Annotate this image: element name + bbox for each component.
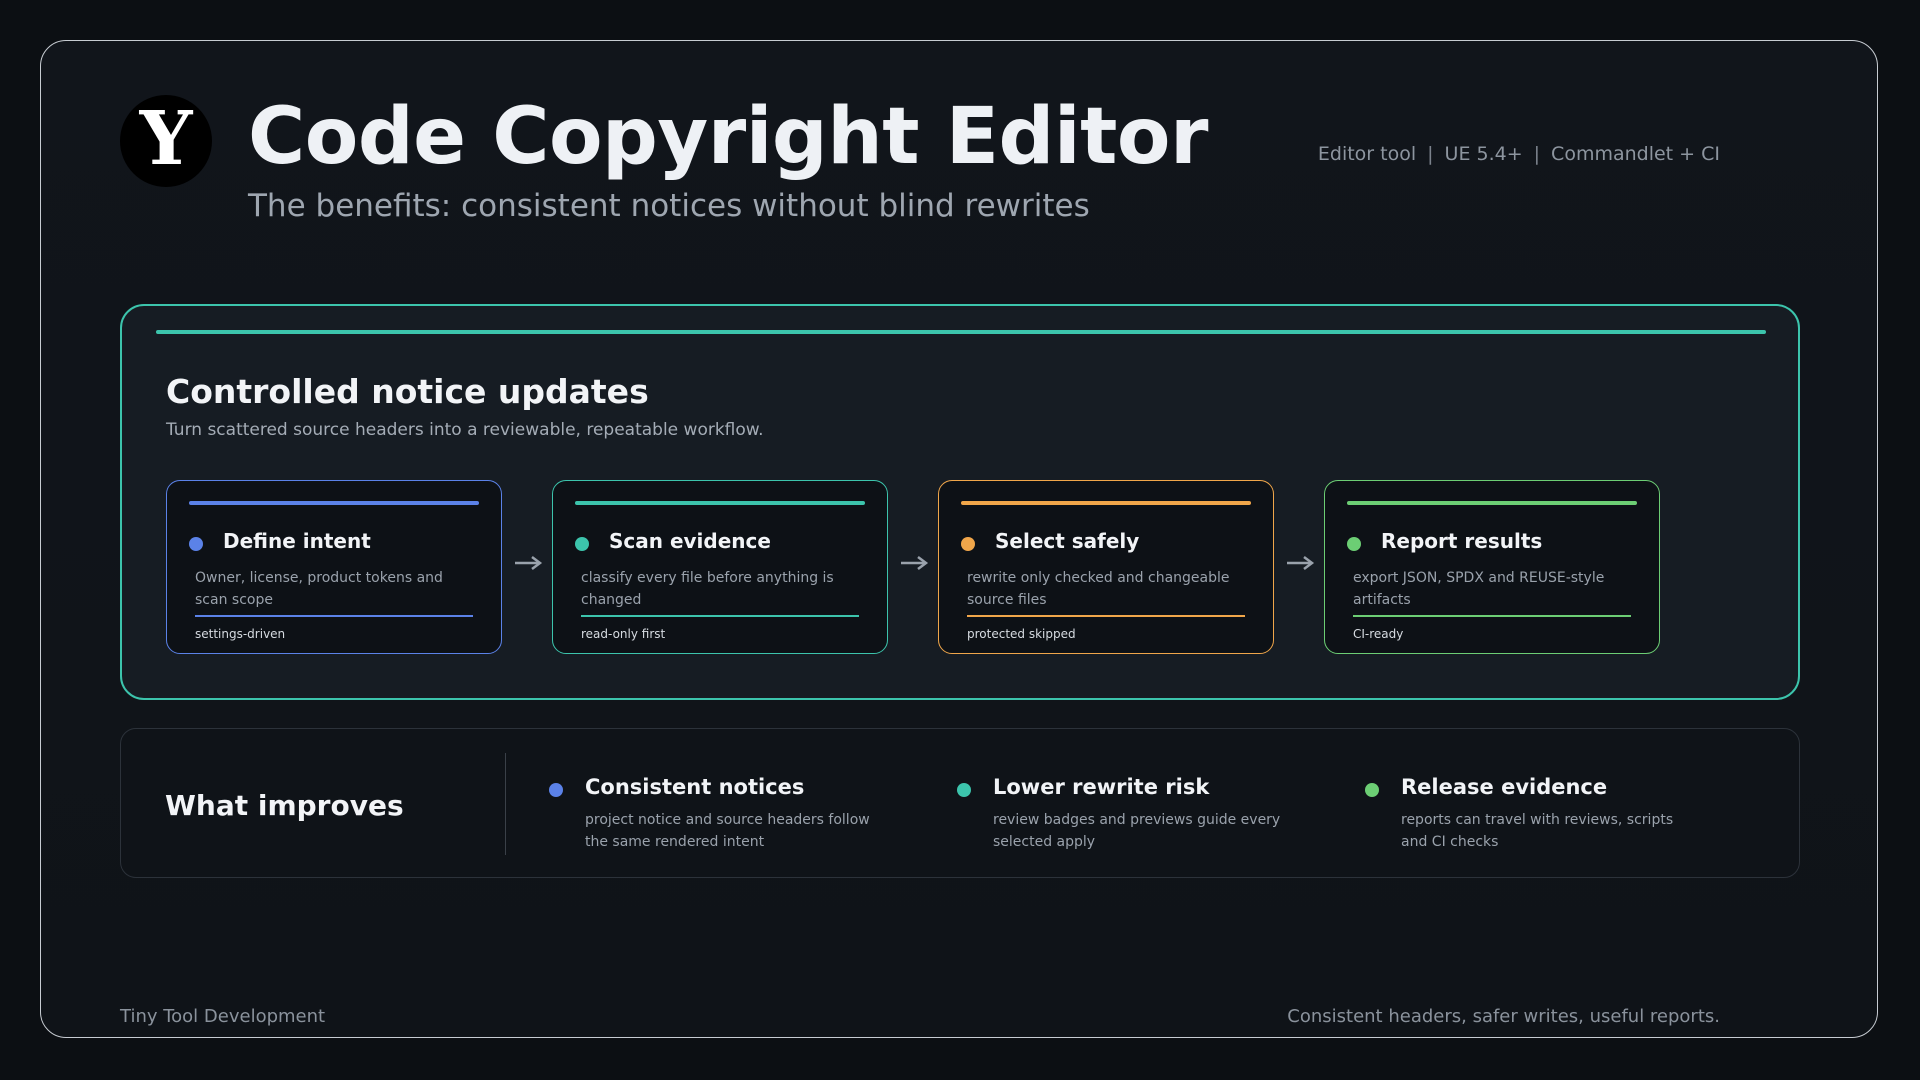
workflow-panel: Controlled notice updates Turn scattered… (120, 304, 1800, 700)
arrow-right-icon (515, 556, 543, 570)
step-description: classify every file before anything is c… (581, 570, 834, 608)
step-card-define-intent: Define intent Owner, license, product to… (166, 480, 502, 654)
improvement-dot-icon (549, 783, 563, 797)
improvements-title: What improves (165, 789, 404, 822)
improvement-description: project notice and source headers follow… (585, 812, 870, 850)
step-tag: settings-driven (195, 627, 286, 641)
logo: Y (120, 95, 212, 187)
meta-tool-type: Editor tool (1317, 143, 1417, 165)
workflow-description: Turn scattered source headers into a rev… (166, 420, 764, 440)
meta-separator: | (1533, 143, 1541, 165)
step-tag: protected skipped (967, 627, 1076, 641)
step-card-report-results: Report results export JSON, SPDX and REU… (1324, 480, 1660, 654)
step-divider (195, 615, 473, 617)
step-title: Report results (1381, 529, 1543, 553)
slide: Y Code Copyright Editor The benefits: co… (0, 0, 1920, 1080)
arrow-right-icon (1287, 556, 1315, 570)
meta-separator: | (1427, 143, 1434, 165)
step-title: Select safely (995, 529, 1140, 553)
improvement-title: Release evidence (1401, 775, 1608, 799)
improvement-release-evidence: Release evidence reports can travel with… (1365, 769, 1705, 850)
footer-brand: Tiny Tool Development (120, 1006, 326, 1027)
workflow-title: Controlled notice updates (166, 372, 649, 411)
step-title: Define intent (223, 529, 371, 553)
page-title: Code Copyright Editor (248, 92, 1208, 182)
improvements-divider (505, 753, 506, 855)
step-description: rewrite only checked and changeable sour… (967, 570, 1230, 608)
step-description: export JSON, SPDX and REUSE-style artifa… (1353, 570, 1605, 608)
meta-engine-version: UE 5.4+ (1444, 143, 1523, 165)
arrow-right-icon (901, 556, 929, 570)
step-description: Owner, license, product tokens and scan … (195, 570, 443, 608)
improvement-dot-icon (1365, 783, 1379, 797)
step-tag: CI-ready (1353, 627, 1404, 641)
step-top-bar (1347, 501, 1637, 505)
improvement-title: Lower rewrite risk (993, 775, 1210, 799)
improvement-title: Consistent notices (585, 775, 805, 799)
step-divider (581, 615, 859, 617)
step-tag: read-only first (581, 627, 666, 641)
step-dot-icon (961, 537, 975, 551)
step-title: Scan evidence (609, 529, 771, 553)
step-card-scan-evidence: Scan evidence classify every file before… (552, 480, 888, 654)
step-divider (967, 615, 1245, 617)
step-divider (1353, 615, 1631, 617)
step-top-bar (961, 501, 1251, 505)
page-subtitle: The benefits: consistent notices without… (248, 188, 1090, 224)
panel-accent-bar (156, 330, 1766, 334)
step-top-bar (189, 501, 479, 505)
step-dot-icon (1347, 537, 1361, 551)
step-dot-icon (189, 537, 203, 551)
improvement-dot-icon (957, 783, 971, 797)
logo-letter: Y (139, 96, 193, 182)
improvement-consistent-notices: Consistent notices project notice and so… (549, 769, 889, 850)
header-meta: Editor tool | UE 5.4+ | Commandlet + CI (1318, 143, 1720, 165)
improvement-lower-rewrite-risk: Lower rewrite risk review badges and pre… (957, 769, 1297, 850)
step-card-select-safely: Select safely rewrite only checked and c… (938, 480, 1274, 654)
step-top-bar (575, 501, 865, 505)
step-dot-icon (575, 537, 589, 551)
improvement-description: review badges and previews guide every s… (993, 812, 1281, 850)
meta-integration: Commandlet + CI (1551, 143, 1720, 165)
improvements-panel: What improves Consistent notices project… (120, 728, 1800, 878)
improvement-description: reports can travel with reviews, scripts… (1401, 812, 1674, 850)
footer-tagline: Consistent headers, safer writes, useful… (1287, 1006, 1720, 1027)
